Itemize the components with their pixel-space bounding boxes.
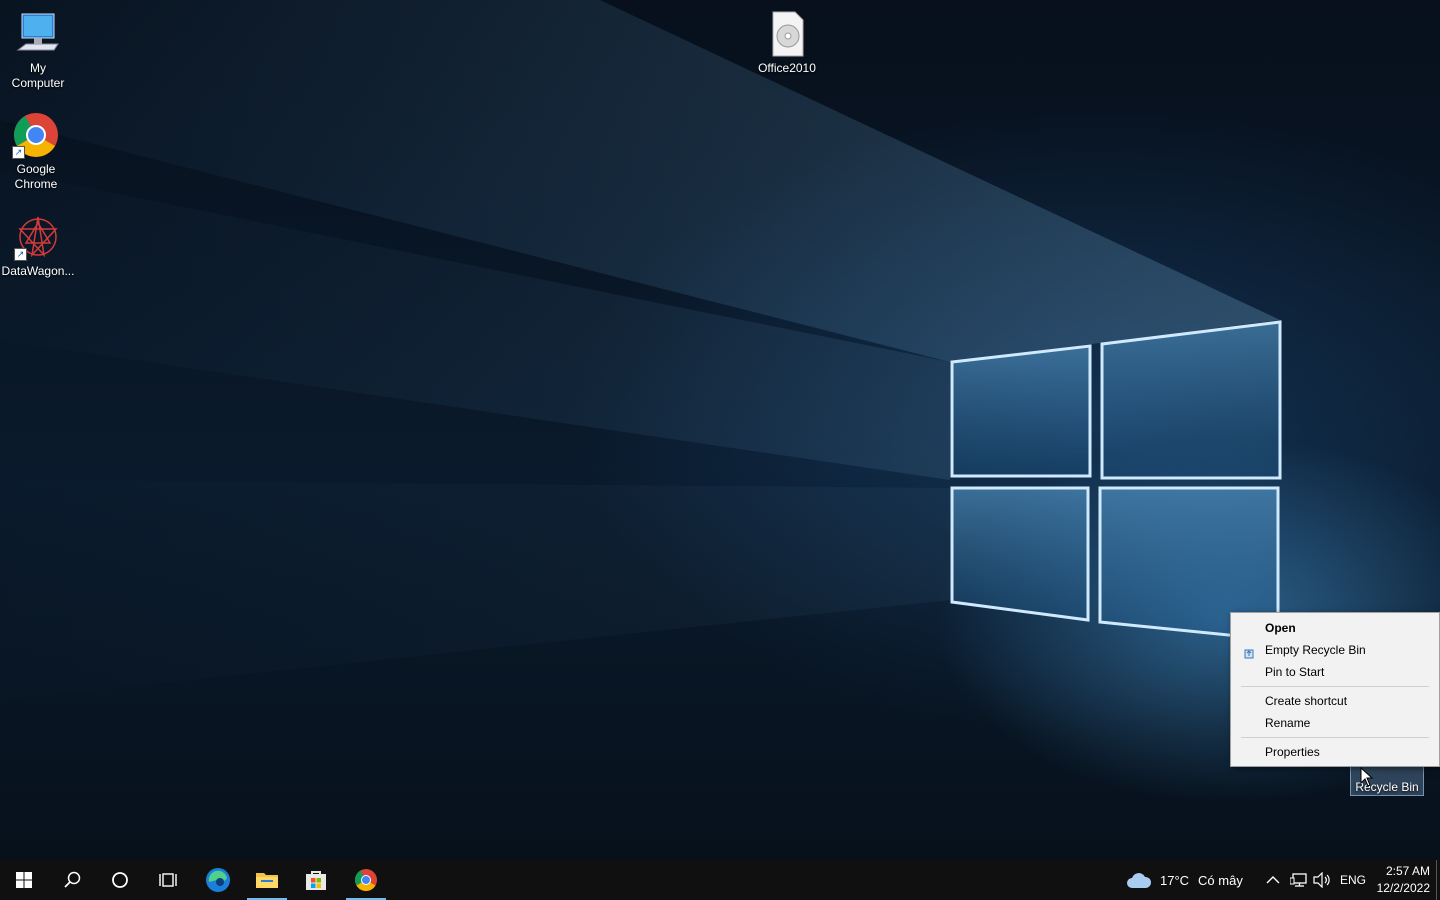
menu-item-label: Open [1265,621,1296,635]
cortana-circle-icon [112,872,128,888]
show-desktop-button[interactable] [1436,860,1440,900]
menu-item-label: Properties [1265,745,1320,759]
store-bag-icon [306,871,326,890]
desktop-icon-datawagon[interactable]: ↗ DataWagon... [0,213,76,279]
menu-separator [1241,737,1429,738]
recycle-bin-small-icon [1243,644,1255,659]
menu-item-create-shortcut[interactable]: Create shortcut [1231,690,1439,712]
edge-taskbar-button[interactable] [194,860,242,900]
clock-time: 2:57 AM [1385,864,1430,878]
task-view-button[interactable] [144,860,192,900]
menu-item-label: Rename [1265,716,1311,730]
menu-separator [1241,686,1429,687]
weather-temperature: 17°C [1160,872,1190,888]
computer-icon [14,10,62,58]
language-label: ENG [1340,873,1367,887]
clock-date: 12/2/2022 [1376,881,1430,895]
show-hidden-icons-button[interactable] [1266,860,1280,900]
desktop-icon-label: DataWagon... [1,264,75,278]
menu-item-properties[interactable]: Properties [1231,741,1439,763]
desktop-icon-google-chrome[interactable]: ↗ Google Chrome [0,111,74,192]
folder-icon [256,873,278,888]
edge-icon [206,868,230,892]
desktop-icon-office2010[interactable]: Office2010 [749,10,825,76]
shortcut-arrow-icon: ↗ [12,146,25,159]
desktop-icon-label: Google Chrome [14,162,58,191]
disc-image-file-icon [763,10,811,58]
menu-item-pin-to-start[interactable]: Pin to Start [1231,661,1439,683]
chrome-icon [355,869,377,891]
weather-widget[interactable]: 17°C Có mây [1126,860,1243,900]
network-button[interactable] [1290,860,1308,900]
chrome-taskbar-button[interactable] [342,860,390,900]
desktop-icon-label: My Computer [11,61,65,90]
task-view-icon [159,873,177,887]
start-button[interactable] [0,860,48,900]
shortcut-arrow-icon: ↗ [14,248,27,261]
context-menu: Open Empty Recycle Bin Pin to Start Crea… [1230,612,1440,767]
menu-item-label: Pin to Start [1265,665,1325,679]
datawagon-icon: ↗ [14,213,62,261]
volume-button[interactable] [1313,860,1331,900]
chevron-up-icon [1266,876,1280,884]
network-icon [1290,873,1307,887]
cloud-icon [1127,873,1152,888]
menu-item-empty-recycle-bin[interactable]: Empty Recycle Bin [1231,639,1439,661]
speaker-icon [1313,872,1330,888]
desktop-icon-my-computer[interactable]: My Computer [0,10,76,91]
search-icon [64,871,81,888]
menu-item-open[interactable]: Open [1231,617,1439,639]
file-explorer-taskbar-button[interactable] [243,860,291,900]
chrome-icon: ↗ [12,111,60,159]
clock-button[interactable]: 2:57 AM 12/2/2022 [1377,863,1430,897]
menu-item-label: Empty Recycle Bin [1265,643,1366,657]
search-button[interactable] [48,860,96,900]
weather-description: Có mây [1198,872,1243,888]
menu-item-rename[interactable]: Rename [1231,712,1439,734]
menu-item-label: Create shortcut [1265,694,1348,708]
mouse-cursor-icon [1360,766,1374,787]
windows-logo-icon [16,872,32,888]
desktop-wallpaper [0,0,1440,860]
cortana-button[interactable] [96,860,144,900]
taskbar: 17°C Có mây ENG 2:57 AM 12/2/2022 [0,860,1440,900]
store-taskbar-button[interactable] [292,860,340,900]
desktop-icon-label: Office2010 [758,61,816,75]
language-indicator[interactable]: ENG [1340,860,1366,900]
